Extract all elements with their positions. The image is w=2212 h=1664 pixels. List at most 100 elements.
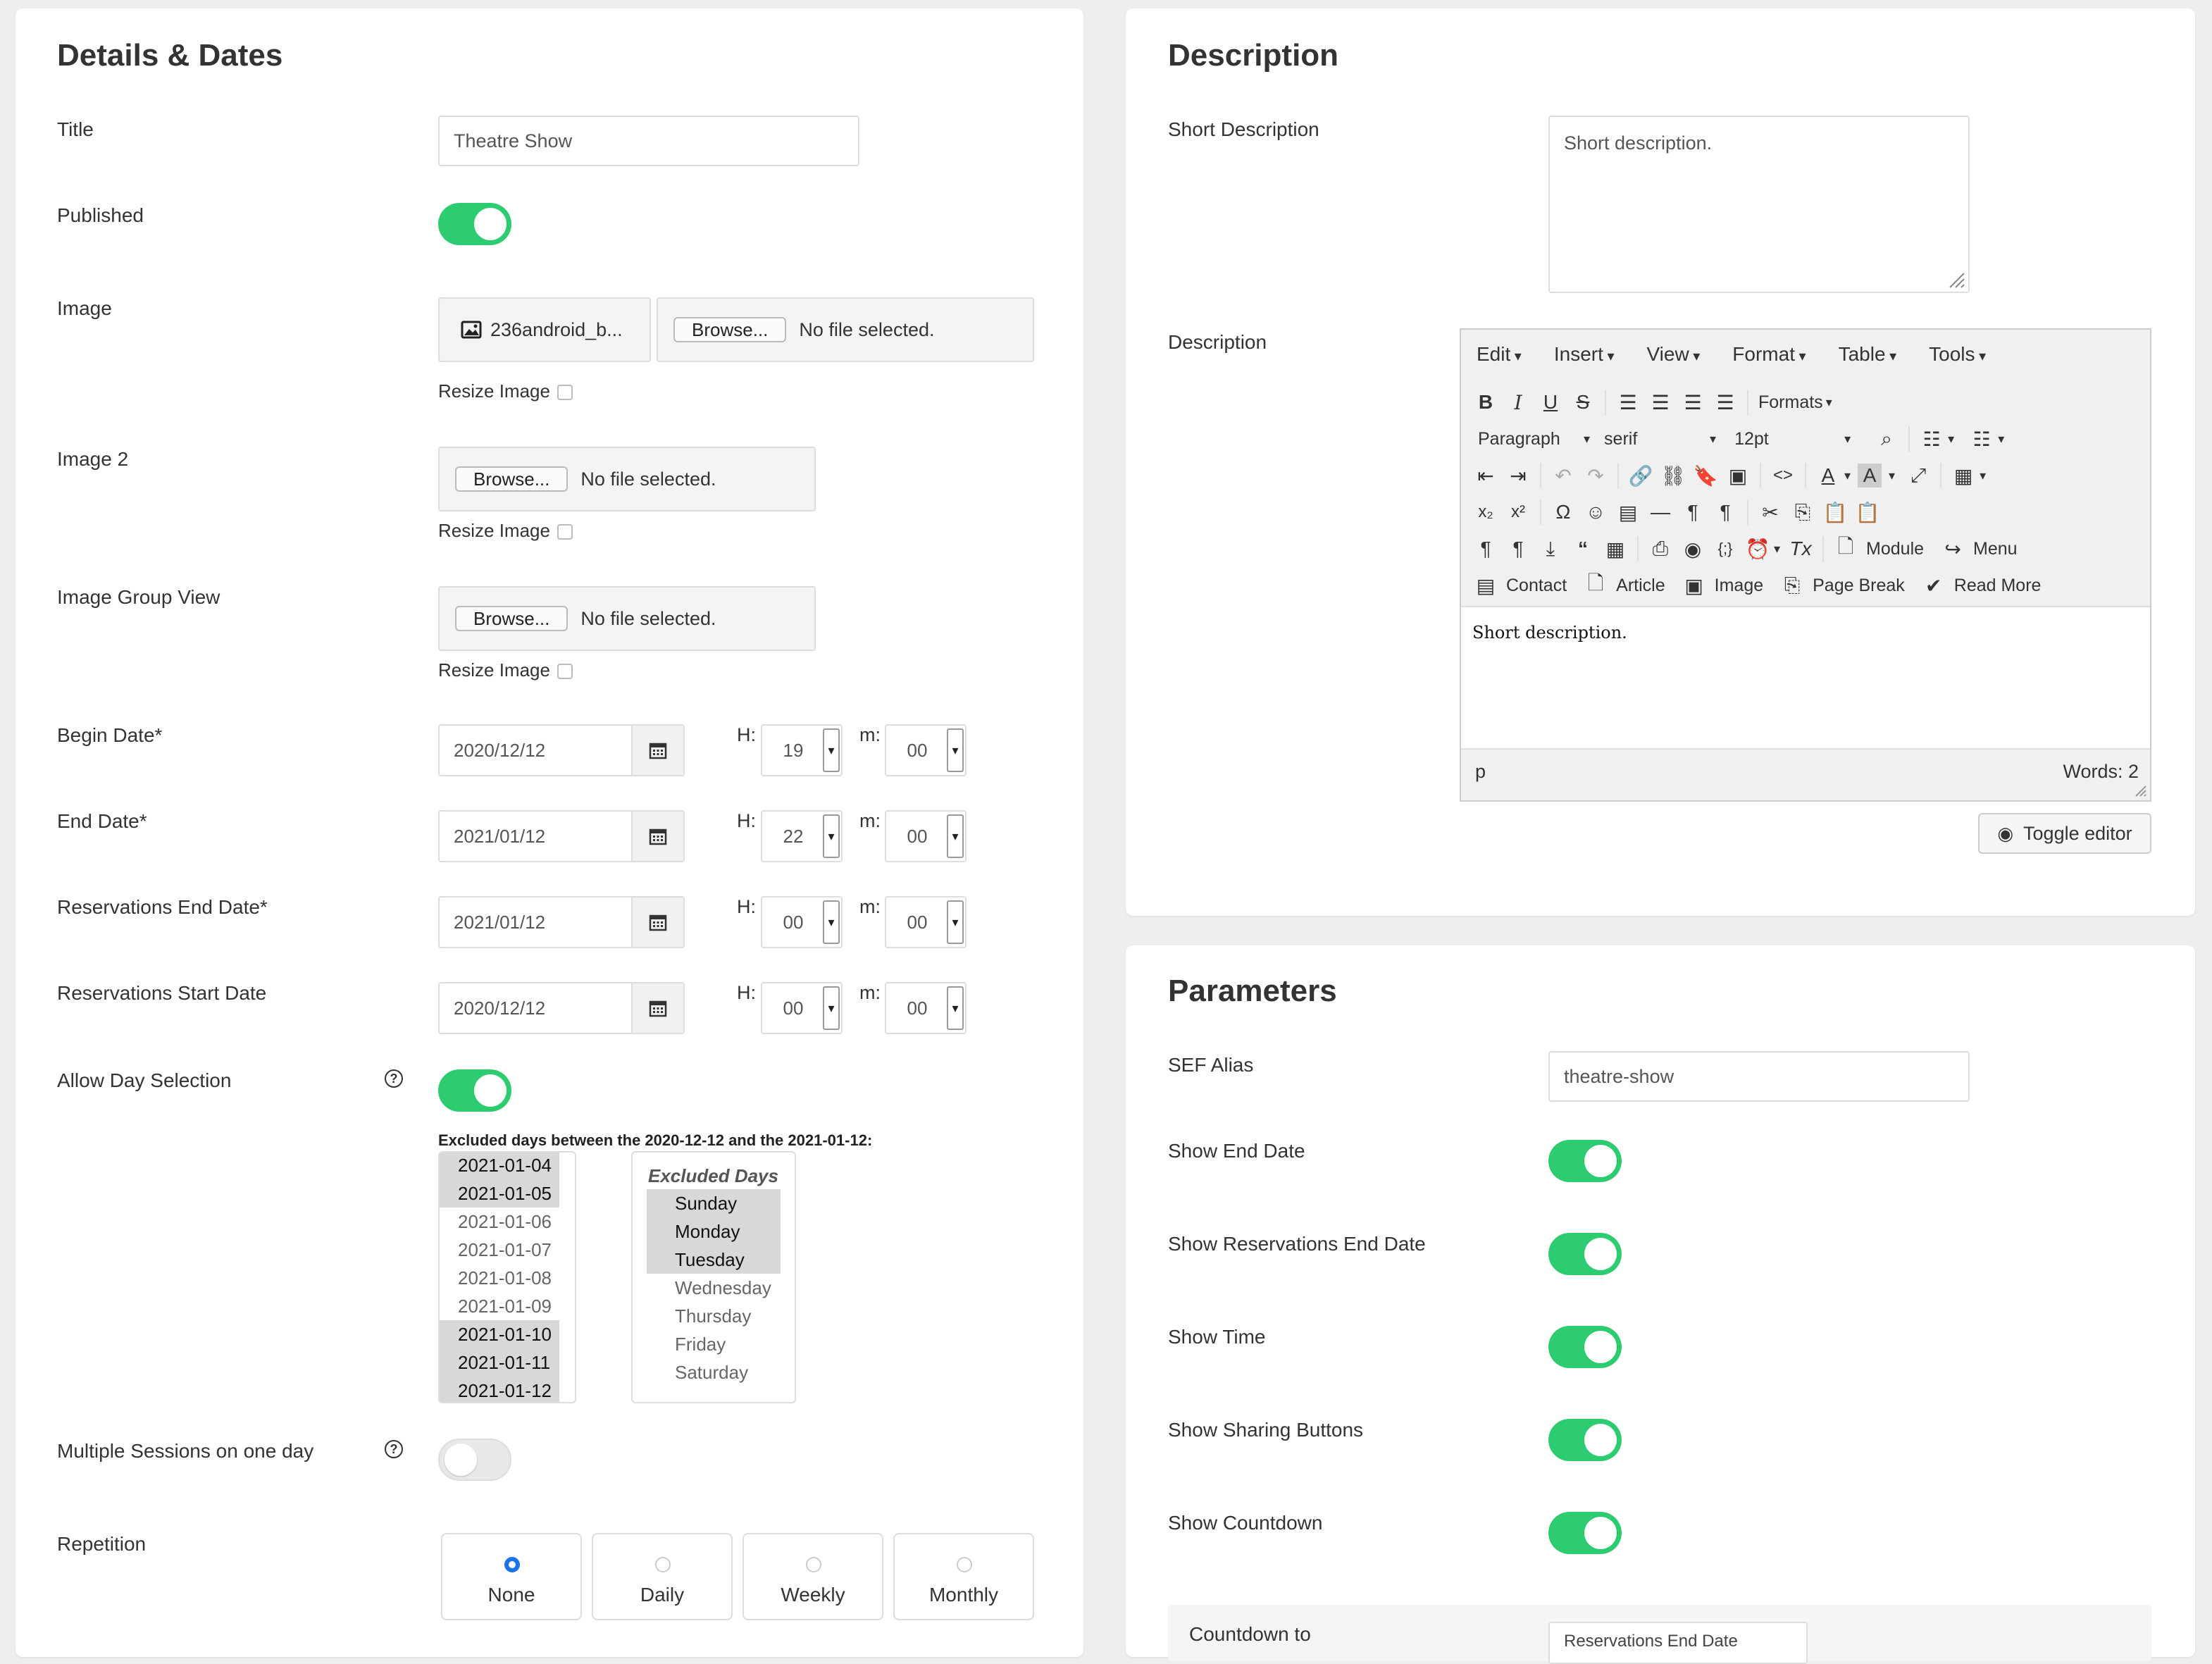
align-left-icon[interactable]: ☰ [1612,386,1644,418]
excluded-day-option[interactable]: Monday [647,1217,781,1246]
read-more-icon[interactable]: ✔ [1918,569,1950,602]
show-blocks-icon[interactable]: ¶ [1470,533,1502,565]
cut-icon[interactable]: ✂ [1754,496,1787,528]
menu-table[interactable]: Table [1839,343,1910,366]
bookmark-icon[interactable]: 🔖 [1689,459,1722,492]
table-icon[interactable]: ▦ [1947,459,1980,492]
show-time-toggle[interactable] [1548,1326,1622,1368]
image-group-browse-button[interactable]: Browse... [455,606,568,631]
page-break-button[interactable]: Page Break [1813,576,1905,596]
repetition-option-daily[interactable]: Daily [592,1533,733,1620]
align-center-icon[interactable]: ☰ [1644,386,1677,418]
image2-file-input[interactable]: Browse... No file selected. [438,447,816,511]
allow-day-selection-help-icon[interactable]: ? [385,1069,403,1088]
short-description-textarea[interactable]: Short description. [1548,116,1970,293]
menu-edit[interactable]: Edit [1477,343,1534,366]
calendar-icon[interactable] [631,812,683,861]
article-icon[interactable]: 🗋 [1579,569,1612,602]
menu-format[interactable]: Format [1732,343,1818,366]
outdent-icon[interactable]: ⇤ [1470,459,1502,492]
date-row-3-minute-select[interactable]: 00 ▾ [885,982,967,1034]
image-button[interactable]: Image [1715,576,1763,596]
subscript-icon[interactable]: x₂ [1470,496,1502,528]
code-sample-icon[interactable]: {;} [1709,533,1741,565]
excluded-day-option[interactable]: Friday [647,1330,781,1358]
excluded-date-option[interactable]: 2021-01-12 [440,1377,559,1402]
font-family-select[interactable]: serif [1604,429,1710,449]
unlink-icon[interactable]: ⛓ [1657,459,1689,492]
text-color-icon[interactable]: A [1812,459,1844,492]
excluded-day-option[interactable]: Thursday [647,1302,781,1330]
bold-icon[interactable]: B [1470,386,1502,418]
excluded-date-option[interactable]: 2021-01-11 [440,1348,559,1377]
excluded-date-option[interactable]: 2021-01-06 [440,1207,559,1236]
paste-icon[interactable]: 📋 [1819,496,1851,528]
repetition-option-monthly[interactable]: Monthly [893,1533,1034,1620]
contact-icon[interactable]: ▤ [1470,569,1502,602]
menu-button[interactable]: Menu [1973,539,2018,559]
multiple-sessions-toggle[interactable] [438,1439,511,1481]
show-sharing-buttons-toggle[interactable] [1548,1419,1622,1461]
align-justify-icon[interactable]: ☰ [1709,386,1741,418]
horizontal-rule-icon[interactable]: — [1644,496,1677,528]
date-row-2-hour-select[interactable]: 00 ▾ [761,896,843,948]
radio-button[interactable] [504,1557,520,1572]
show-countdown-toggle[interactable] [1548,1512,1622,1554]
excluded-date-option[interactable]: 2021-01-07 [440,1236,559,1264]
article-button[interactable]: Article [1616,576,1665,596]
undo-icon[interactable]: ↶ [1547,459,1579,492]
menu-tools[interactable]: Tools [1929,343,1999,366]
image-group-resize-checkbox[interactable] [557,664,573,680]
date-row-0-hour-select[interactable]: 19 ▾ [761,724,843,776]
toggle-editor-button[interactable]: ◉ Toggle editor [1978,813,2151,854]
read-more-button[interactable]: Read More [1954,576,2042,596]
excluded-dates-list[interactable]: 2021-01-04 2021-01-05 2021-01-06 2021-01-07… [438,1151,576,1403]
sef-alias-input[interactable]: theatre-show [1548,1051,1970,1102]
page-break-icon[interactable]: ⎘ [1776,569,1808,602]
excluded-date-option[interactable]: 2021-01-05 [440,1179,559,1207]
date-row-0-date-field[interactable]: 2020/12/12 [438,724,685,776]
show-reservations-end-date-toggle[interactable] [1548,1233,1622,1275]
module-button[interactable]: Module [1866,539,1924,559]
emoticons-icon[interactable]: ☺ [1579,496,1612,528]
link-icon[interactable]: 🔗 [1624,459,1657,492]
image-group-file-input[interactable]: Browse... No file selected. [438,586,816,651]
underline-icon[interactable]: U [1534,386,1567,418]
excluded-date-option[interactable]: 2021-01-10 [440,1320,559,1348]
date-row-2-date-field[interactable]: 2021/01/12 [438,896,685,948]
excluded-day-option[interactable]: Sunday [647,1189,781,1217]
calendar-icon[interactable] [631,898,683,947]
insert-datetime-icon[interactable]: ⏰ [1741,533,1774,565]
blockquote-icon[interactable]: “ [1567,533,1599,565]
insert-image-icon[interactable]: ▣ [1722,459,1754,492]
date-row-1-minute-select[interactable]: 00 ▾ [885,810,967,862]
editor-content-area[interactable]: Short description. [1461,606,2150,750]
calendar-icon[interactable] [631,726,683,775]
excluded-day-option[interactable]: Tuesday [647,1246,781,1274]
calendar-icon[interactable] [631,983,683,1033]
title-input[interactable]: Theatre Show [438,116,859,166]
visual-chars-icon[interactable]: ¶ [1502,533,1534,565]
paste-text-icon[interactable]: 📋 [1851,496,1884,528]
date-row-3-date-field[interactable]: 2020/12/12 [438,982,685,1034]
editor-statusbar-path[interactable]: p [1475,761,1486,783]
block-format-select[interactable]: Paragraph [1478,429,1584,449]
find-replace-icon[interactable]: ⌕ [1870,423,1903,455]
source-code-icon[interactable]: <> [1767,459,1799,492]
rtl-icon[interactable]: ¶ [1709,496,1741,528]
excluded-days-list[interactable]: Excluded Days Sunday Monday Tuesday Wednesd… [631,1151,796,1403]
excluded-day-option[interactable]: Wednesday [647,1274,781,1302]
date-row-0-minute-select[interactable]: 00 ▾ [885,724,967,776]
date-row-3-hour-select[interactable]: 00 ▾ [761,982,843,1034]
background-color-icon[interactable]: A [1858,464,1882,488]
date-row-2-minute-select[interactable]: 00 ▾ [885,896,967,948]
menu-icon[interactable]: ↪ [1937,533,1969,565]
numbered-list-icon[interactable]: ☷ [1965,423,1998,455]
formats-dropdown[interactable]: Formats [1758,392,1823,413]
bullet-list-icon[interactable]: ☷ [1915,423,1948,455]
template-icon[interactable]: ▦ [1599,533,1632,565]
excluded-date-option[interactable]: 2021-01-04 [440,1153,559,1179]
radio-button[interactable] [806,1557,821,1572]
insert-file-icon[interactable]: ⤓ [1534,533,1567,565]
excluded-day-option[interactable]: Saturday [647,1358,781,1386]
